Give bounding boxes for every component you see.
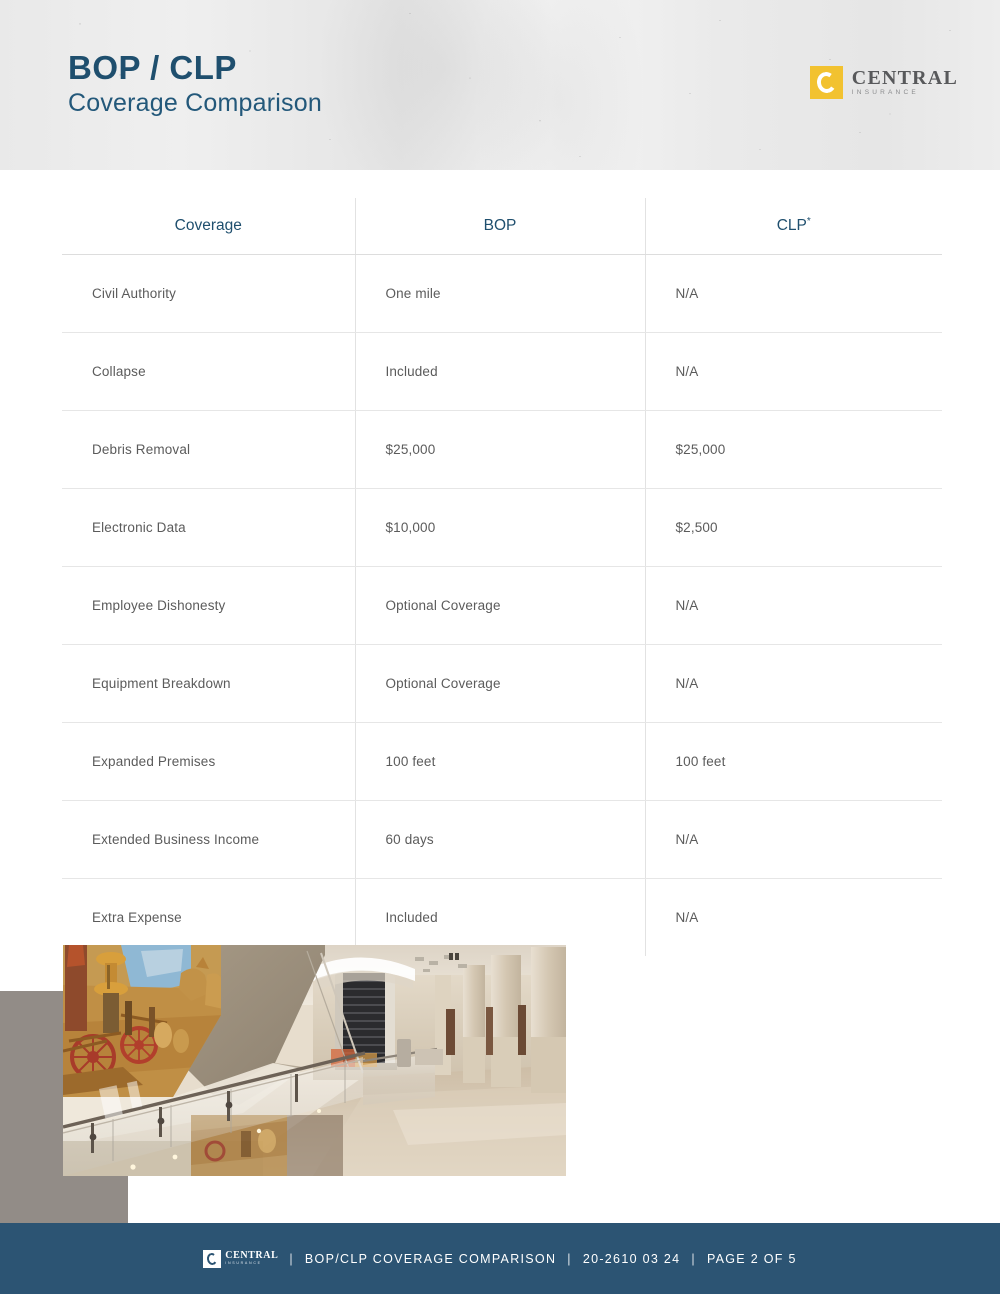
cell-clp: 100 feet	[644, 722, 942, 801]
table-header-row: Coverage BOP CLP*	[62, 198, 942, 255]
footer-content: CENTRAL INSURANCE | BOP/CLP COVERAGE COM…	[203, 1249, 797, 1268]
footer-document-title: BOP/CLP COVERAGE COMPARISON	[304, 1251, 557, 1266]
footer-document-code: 20-2610 03 24	[582, 1251, 681, 1266]
atrium-photo	[63, 945, 566, 1176]
page-title-main: BOP / CLP	[68, 49, 237, 86]
coverage-comparison-table-wrapper: Coverage BOP CLP* Civil Authority One mi…	[62, 198, 942, 956]
cell-coverage: Debris Removal	[62, 410, 355, 489]
cell-clp: N/A	[644, 254, 942, 333]
page-header: BOP / CLP Coverage Comparison CENTRAL IN…	[0, 0, 1000, 170]
footer-central-c-mark-icon	[203, 1249, 222, 1268]
footer-separator-3: |	[691, 1251, 696, 1266]
column-header-bop: BOP	[354, 198, 645, 255]
table-body: Civil Authority One mile N/A Collapse In…	[62, 254, 942, 956]
cell-clp: N/A	[644, 566, 942, 645]
coverage-comparison-table: Coverage BOP CLP* Civil Authority One mi…	[62, 198, 942, 956]
footer-separator-1: |	[289, 1251, 294, 1266]
cell-coverage: Expanded Premises	[62, 722, 355, 801]
logo-word: CENTRAL	[851, 67, 958, 90]
cell-coverage: Civil Authority	[62, 254, 355, 333]
footer-central-logo: CENTRAL INSURANCE	[203, 1249, 278, 1268]
table-row: Extended Business Income 60 days N/A	[62, 800, 942, 879]
cell-clp: $25,000	[644, 410, 942, 489]
cell-coverage: Extended Business Income	[62, 800, 355, 879]
cell-coverage: Collapse	[62, 332, 355, 411]
table-row: Debris Removal $25,000 $25,000	[62, 410, 942, 489]
cell-bop: Included	[354, 332, 645, 411]
table-row: Expanded Premises 100 feet 100 feet	[62, 722, 942, 801]
column-header-clp: CLP*	[644, 198, 942, 255]
central-insurance-logo: CENTRAL INSURANCE	[809, 66, 958, 99]
central-c-mark-icon	[809, 66, 843, 99]
logo-tagline: INSURANCE	[851, 89, 919, 97]
table-row: Employee Dishonesty Optional Coverage N/…	[62, 566, 942, 645]
cell-clp: N/A	[644, 800, 942, 879]
table-row: Equipment Breakdown Optional Coverage N/…	[62, 644, 942, 723]
logo-wordmark: CENTRAL INSURANCE	[852, 68, 958, 97]
footer-logo-tagline: INSURANCE	[225, 1261, 262, 1266]
cell-bop: $10,000	[354, 488, 645, 567]
cell-bop: 60 days	[354, 800, 645, 879]
cell-clp: N/A	[644, 644, 942, 723]
column-header-clp-label: CLP	[776, 217, 807, 235]
footer-logo-word: CENTRAL	[225, 1250, 279, 1262]
cell-clp: $2,500	[644, 488, 942, 567]
cell-bop: 100 feet	[354, 722, 645, 801]
footer-separator-2: |	[567, 1251, 572, 1266]
page-title-subtitle: Coverage Comparison	[68, 88, 322, 117]
page-footer: CENTRAL INSURANCE | BOP/CLP COVERAGE COM…	[0, 1223, 1000, 1294]
cell-bop: $25,000	[354, 410, 645, 489]
clp-footnote-asterisk: *	[806, 216, 811, 228]
atrium-photo-illustration	[63, 945, 566, 1176]
cell-coverage: Equipment Breakdown	[62, 644, 355, 723]
page-title: BOP / CLP Coverage Comparison	[68, 50, 322, 118]
cell-coverage: Electronic Data	[62, 488, 355, 567]
footer-logo-wordmark: CENTRAL INSURANCE	[225, 1251, 278, 1266]
cell-clp: N/A	[644, 332, 942, 411]
cell-bop: One mile	[354, 254, 645, 333]
column-header-coverage: Coverage	[62, 198, 355, 255]
table-header: Coverage BOP CLP*	[62, 198, 942, 255]
cell-bop: Optional Coverage	[354, 644, 645, 723]
cell-clp: N/A	[644, 878, 942, 956]
table-row: Civil Authority One mile N/A	[62, 254, 942, 333]
table-row: Collapse Included N/A	[62, 332, 942, 411]
table-row: Electronic Data $10,000 $2,500	[62, 488, 942, 567]
cell-coverage: Employee Dishonesty	[62, 566, 355, 645]
cell-bop: Optional Coverage	[354, 566, 645, 645]
footer-page-number: PAGE 2 OF 5	[706, 1251, 797, 1266]
